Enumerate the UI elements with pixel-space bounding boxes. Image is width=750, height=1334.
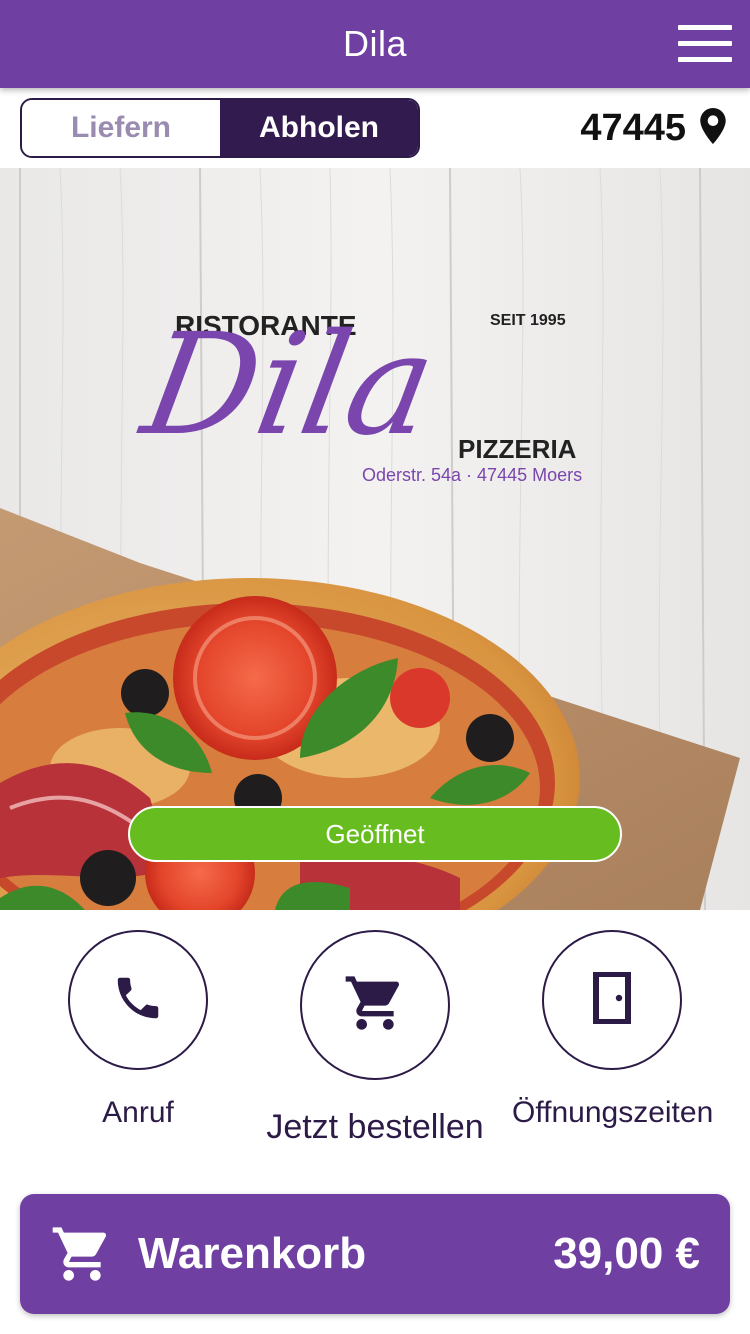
cart-button[interactable]: Warenkorb 39,00 € <box>20 1194 730 1314</box>
order-now-label: Jetzt bestellen <box>266 1108 484 1146</box>
logo-script-text: Dila <box>129 304 446 467</box>
call-label: Anruf <box>102 1096 174 1129</box>
cart-total: 39,00 € <box>553 1229 700 1278</box>
delivery-option-button[interactable]: Liefern <box>22 100 220 156</box>
logo-address-text: Oderstr. 54a · 47445 Moers <box>362 465 582 485</box>
pickup-option-button[interactable]: Abholen <box>220 100 418 156</box>
order-controls: Liefern Abholen 47445 <box>0 88 750 168</box>
phone-icon <box>111 971 165 1030</box>
logo-pizzeria-text: PIZZERIA <box>458 434 577 464</box>
shopping-cart-icon <box>50 1222 114 1291</box>
postal-code-text: 47445 <box>580 106 686 149</box>
delivery-mode-toggle: Liefern Abholen <box>20 98 420 158</box>
app-title: Dila <box>342 23 407 64</box>
cart-label: Warenkorb <box>138 1229 367 1278</box>
location-pin-icon <box>700 107 726 149</box>
hero-background-image: RISTORANTE SEIT 1995 Dila PIZZERIA Oders… <box>0 168 750 910</box>
opening-hours-action[interactable]: Öffnungszeiten <box>512 930 714 1130</box>
door-icon <box>592 970 632 1029</box>
opening-hours-circle-button[interactable] <box>542 930 682 1070</box>
logo-since-text: SEIT 1995 <box>490 312 566 329</box>
opening-hours-label: Öffnungszeiten <box>512 1096 714 1129</box>
call-action[interactable]: Anruf <box>68 930 208 1130</box>
hero-banner: RISTORANTE SEIT 1995 Dila PIZZERIA Oders… <box>0 168 750 910</box>
open-status-button[interactable]: Geöffnet <box>128 806 622 862</box>
postal-code-selector[interactable]: 47445 <box>580 98 726 158</box>
hamburger-menu-icon[interactable] <box>678 25 732 63</box>
app-header: Dila <box>0 0 750 88</box>
order-now-action[interactable]: Jetzt bestellen <box>260 930 490 1147</box>
call-circle-button[interactable] <box>68 930 208 1070</box>
order-now-circle-button[interactable] <box>300 930 450 1080</box>
shopping-cart-icon <box>343 971 407 1040</box>
quick-actions: Anruf Jetzt bestellen Öffnungszeiten <box>0 910 750 1180</box>
